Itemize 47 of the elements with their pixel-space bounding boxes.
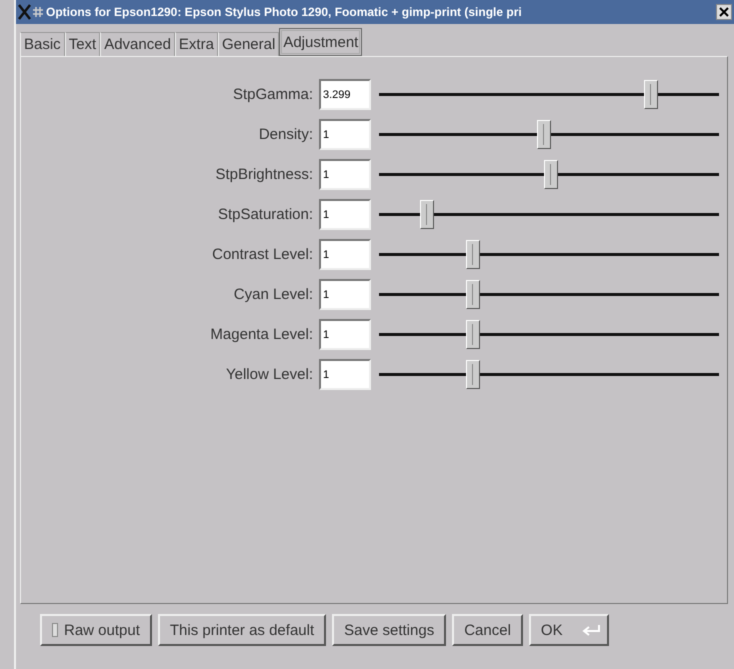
slider-thumb[interactable] [466, 320, 480, 349]
x-logo-icon [18, 4, 44, 20]
option-label: Magenta Level: [209, 326, 313, 343]
option-label: Contrast Level: [211, 246, 313, 263]
option-label: Yellow Level: [224, 366, 313, 383]
slider-track[interactable] [379, 93, 719, 96]
tab[interactable]: General [218, 32, 280, 56]
value-field[interactable]: 1 [319, 319, 371, 350]
value-field[interactable]: 1 [319, 159, 371, 190]
tab[interactable]: Adjustment [279, 28, 362, 56]
tab[interactable]: Text [64, 32, 100, 56]
value-field[interactable]: 1 [319, 199, 371, 230]
value-field[interactable]: 1 [319, 359, 371, 390]
slider-thumb[interactable] [466, 280, 480, 309]
raw-output-toggle[interactable]: Raw output [40, 614, 152, 646]
value-field[interactable]: 1 [319, 279, 371, 310]
slider-track[interactable] [379, 133, 719, 136]
dialog-button[interactable]: This printer as default [158, 614, 326, 646]
dialog-button[interactable]: Cancel [452, 614, 523, 646]
slider-thumb[interactable] [544, 160, 558, 189]
slider-thumb[interactable] [466, 360, 480, 389]
slider-thumb[interactable] [644, 80, 658, 109]
option-label: StpSaturation: [216, 206, 313, 223]
slider-track[interactable] [379, 373, 719, 376]
return-arrow-icon [580, 624, 601, 636]
tab[interactable]: Basic [20, 32, 65, 56]
slider-track[interactable] [379, 253, 719, 256]
slider-thumb[interactable] [420, 200, 434, 229]
value-field[interactable]: 3.299 [319, 79, 371, 110]
option-label: Cyan Level: [232, 286, 313, 303]
slider-track[interactable] [379, 293, 719, 296]
value-field[interactable]: 1 [319, 119, 371, 150]
option-label: StpBrightness: [214, 166, 313, 183]
ok-button[interactable]: OK [528, 614, 609, 646]
dialog-button[interactable]: Save settings [332, 614, 446, 646]
slider-track[interactable] [379, 173, 719, 176]
window-title: Options for Epson1290: Epson Stylus Photo 1290, Foomatic + gimp-print (single pri [46, 5, 523, 19]
close-button[interactable] [716, 4, 732, 20]
option-label: StpGamma: [232, 86, 313, 103]
slider-thumb[interactable] [466, 240, 480, 269]
slider-thumb[interactable] [536, 120, 551, 149]
option-label: Density: [258, 126, 313, 143]
tab[interactable]: Extra [174, 32, 218, 56]
value-field[interactable]: 1 [319, 239, 371, 270]
slider-track[interactable] [379, 333, 719, 336]
tab[interactable]: Advanced [100, 32, 175, 56]
slider-track[interactable] [379, 213, 719, 216]
